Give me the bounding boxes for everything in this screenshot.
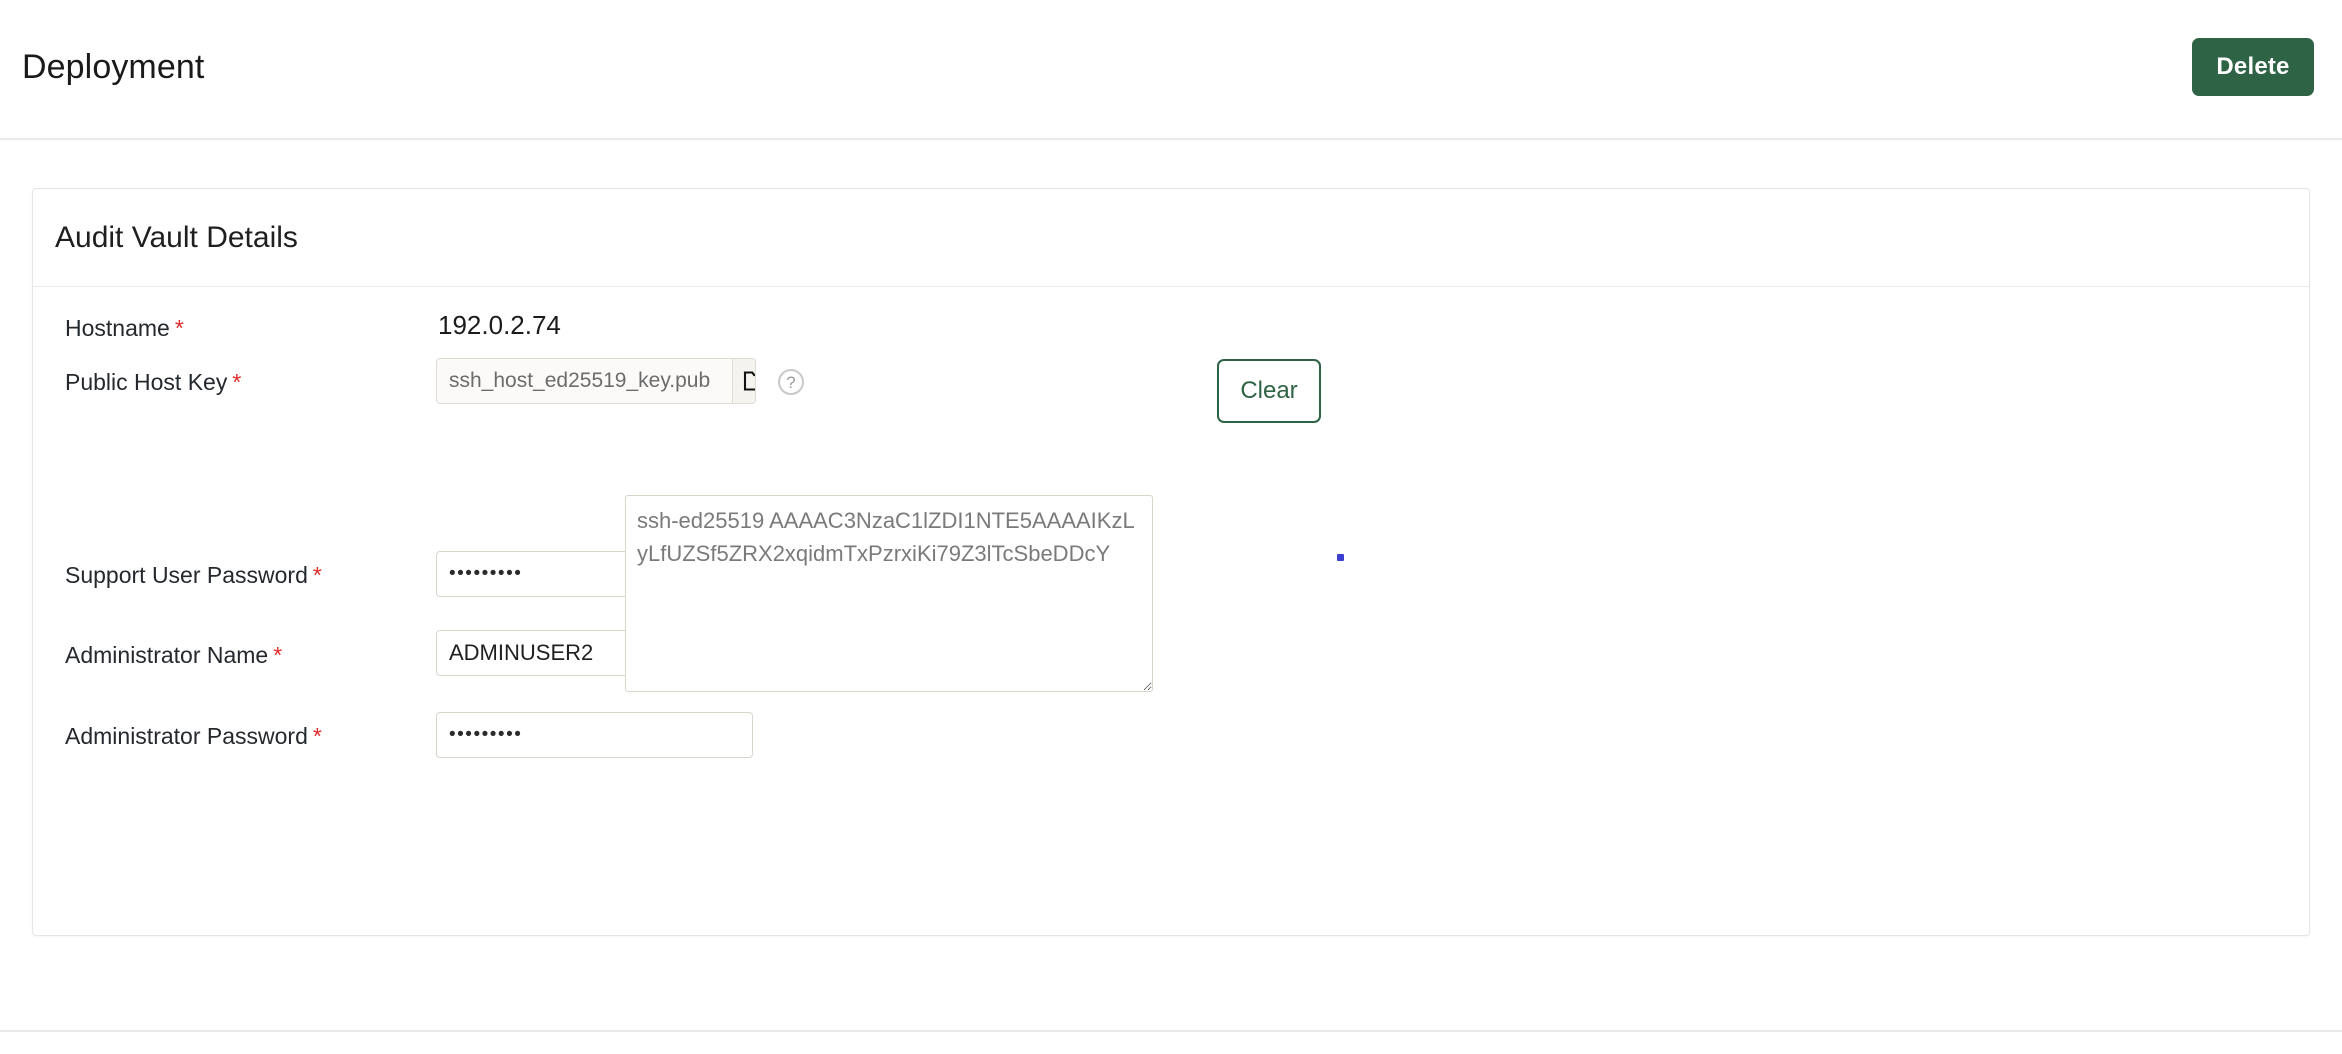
public-host-key-textarea[interactable]: ssh-ed25519 AAAAC3NzaC1lZDI1NTE5AAAAIKzL… bbox=[625, 495, 1153, 692]
hostname-value: 192.0.2.74 bbox=[438, 312, 561, 338]
public-host-key-help-icon[interactable]: ? bbox=[778, 369, 804, 395]
card-body: Hostname* 192.0.2.74 Public Host Key* bbox=[33, 287, 2309, 935]
support-user-password-label-text: Support User Password bbox=[65, 562, 308, 588]
administrator-name-label: Administrator Name* bbox=[65, 642, 282, 668]
delete-button[interactable]: Delete bbox=[2192, 38, 2314, 96]
bottom-divider bbox=[0, 1030, 2342, 1032]
administrator-password-label: Administrator Password* bbox=[65, 723, 322, 749]
support-user-password-label: Support User Password* bbox=[65, 562, 322, 588]
audit-vault-details-card: Audit Vault Details Hostname* 192.0.2.74… bbox=[32, 188, 2310, 936]
required-asterisk: * bbox=[273, 642, 282, 668]
cursor-marker-dot bbox=[1337, 554, 1344, 561]
card-header: Audit Vault Details bbox=[33, 189, 2309, 287]
folder-search-icon[interactable] bbox=[732, 359, 756, 403]
page-header: Deployment Delete bbox=[0, 0, 2342, 140]
required-asterisk: * bbox=[232, 369, 241, 395]
public-host-key-file-input[interactable] bbox=[437, 359, 732, 403]
administrator-name-label-text: Administrator Name bbox=[65, 642, 268, 668]
administrator-password-input[interactable]: ••••••••• bbox=[436, 712, 753, 758]
page-title: Deployment bbox=[22, 48, 204, 87]
public-host-key-label-text: Public Host Key bbox=[65, 369, 227, 395]
clear-button[interactable]: Clear bbox=[1217, 359, 1321, 423]
required-asterisk: * bbox=[175, 315, 184, 341]
public-host-key-file-field bbox=[436, 358, 756, 404]
required-asterisk: * bbox=[313, 562, 322, 588]
public-host-key-label: Public Host Key* bbox=[65, 369, 241, 395]
administrator-password-label-text: Administrator Password bbox=[65, 723, 308, 749]
required-asterisk: * bbox=[313, 723, 322, 749]
card-title: Audit Vault Details bbox=[55, 221, 298, 255]
hostname-label-text: Hostname bbox=[65, 315, 170, 341]
hostname-label: Hostname* bbox=[65, 315, 184, 341]
